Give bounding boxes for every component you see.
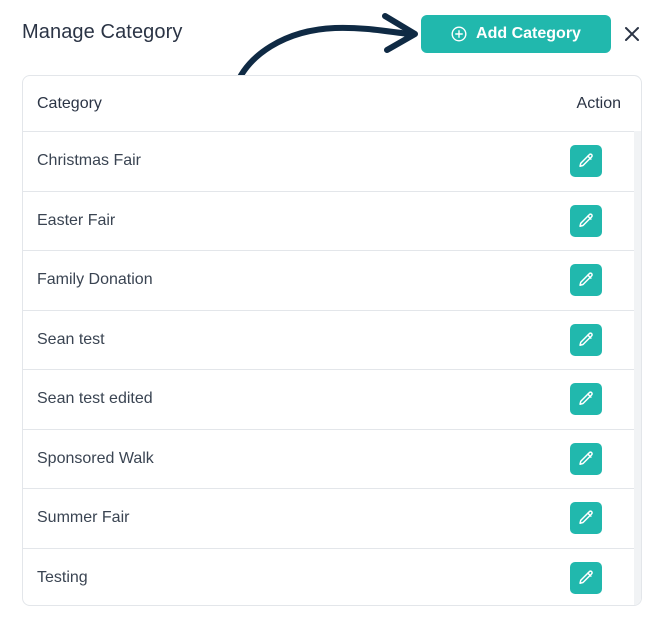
edit-button[interactable] — [570, 323, 602, 356]
pencil-icon — [579, 272, 593, 287]
add-category-button[interactable]: Add Category — [421, 15, 611, 53]
pencil-icon — [579, 570, 593, 585]
edit-button[interactable] — [570, 562, 602, 595]
pencil-icon — [579, 153, 593, 168]
table-row: Testing — [23, 549, 634, 606]
pencil-icon — [579, 451, 593, 465]
category-name: Sean test edited — [37, 390, 153, 408]
category-name: Summer Fair — [37, 509, 130, 527]
edit-button[interactable] — [570, 145, 602, 178]
close-button[interactable] — [620, 22, 644, 46]
edit-button[interactable] — [570, 264, 602, 297]
table-row: Christmas Fair — [23, 132, 634, 192]
column-header-category: Category — [37, 94, 102, 112]
category-name: Sponsored Walk — [37, 449, 154, 467]
table-body: Christmas Fair Easter Fair Family Donati… — [23, 132, 641, 606]
column-header-action: Action — [576, 94, 621, 112]
edit-button[interactable] — [570, 442, 602, 475]
plus-circle-icon — [451, 26, 467, 42]
table-row: Easter Fair — [23, 192, 634, 251]
category-name: Christmas Fair — [37, 152, 142, 170]
table-row: Family Donation — [23, 251, 634, 311]
edit-button[interactable] — [570, 204, 602, 237]
pencil-icon — [579, 213, 593, 227]
table-row: Summer Fair — [23, 489, 634, 549]
pencil-icon — [579, 510, 593, 525]
scrollbar[interactable] — [634, 131, 641, 605]
add-category-label: Add Category — [476, 25, 581, 42]
table-header: Category Action — [23, 76, 641, 132]
dialog-title: Manage Category — [22, 21, 183, 43]
category-table: Category Action Christmas Fair Easter Fa… — [22, 75, 642, 606]
edit-button[interactable] — [570, 502, 602, 535]
table-row: Sponsored Walk — [23, 430, 634, 489]
table-row: Sean test edited — [23, 370, 634, 430]
category-name: Testing — [37, 569, 88, 587]
pencil-icon — [579, 391, 593, 406]
category-name: Sean test — [37, 330, 105, 348]
close-icon — [625, 27, 639, 41]
table-row: Sean test — [23, 311, 634, 370]
pencil-icon — [579, 332, 593, 346]
category-name: Family Donation — [37, 271, 153, 289]
category-name: Easter Fair — [37, 211, 116, 229]
edit-button[interactable] — [570, 383, 602, 416]
